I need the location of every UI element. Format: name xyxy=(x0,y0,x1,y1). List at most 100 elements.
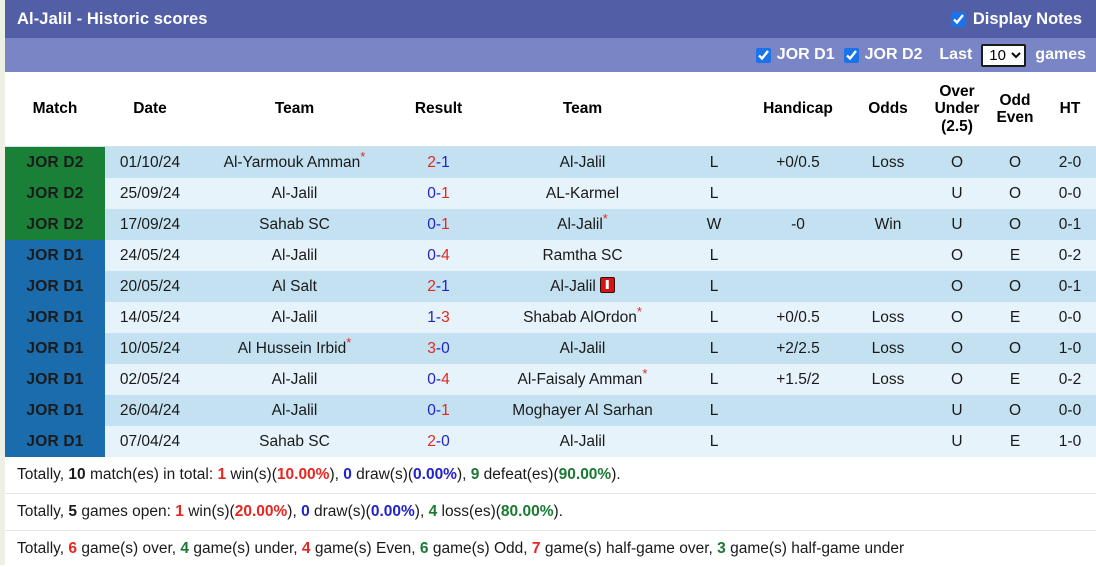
league-badge[interactable]: JOR D1 xyxy=(5,333,105,364)
col-date[interactable]: Date xyxy=(105,72,195,147)
col-oe-line1: Odd xyxy=(999,91,1031,109)
table-row[interactable]: JOR D107/04/24Sahab SC2-0Al-JalilLUE1-0O xyxy=(5,426,1096,457)
games-count-select[interactable]: 10203050 xyxy=(981,43,1027,67)
home-team-label: Al Hussein Irbid xyxy=(237,339,347,357)
win-loss-indicator: L xyxy=(682,333,746,364)
league-badge[interactable]: JOR D1 xyxy=(5,271,105,302)
league-badge[interactable]: JOR D1 xyxy=(5,364,105,395)
home-team-label: Al-Jalil xyxy=(271,401,318,419)
col-odds[interactable]: Odds xyxy=(850,72,926,147)
home-team-name[interactable]: Sahab SC xyxy=(195,426,394,457)
summary-line-total: Totally, 10 match(es) in total: 1 win(s)… xyxy=(5,457,1096,494)
col-team-home[interactable]: Team xyxy=(195,72,394,147)
match-result[interactable]: 2-1 xyxy=(394,146,483,178)
league-badge[interactable]: JOR D2 xyxy=(5,146,105,178)
league-badge[interactable]: JOR D1 xyxy=(5,240,105,271)
match-result[interactable]: 2-1 xyxy=(394,271,483,302)
s3-t6: game(s) half-game over, xyxy=(540,540,718,557)
col-handicap[interactable]: Handicap xyxy=(746,72,850,147)
away-team-name[interactable]: Al-Jalil xyxy=(483,271,682,302)
result-home-score: 2 xyxy=(427,153,436,171)
match-result[interactable]: 3-0 xyxy=(394,333,483,364)
home-team-name[interactable]: Al-Jalil xyxy=(195,364,394,395)
col-odd-even[interactable]: Odd Even xyxy=(988,72,1042,147)
match-result[interactable]: 0-1 xyxy=(394,209,483,240)
table-row[interactable]: JOR D2 01/10/24 Al-Yarmouk Amman* 2-1 Al-Jal… xyxy=(5,146,1096,178)
table-row[interactable]: JOR D1 14/05/24 Al-Jalil 1-3 Shabab AlOrdon*… xyxy=(5,302,1096,333)
table-row[interactable]: JOR D1 02/05/24 Al-Jalil 0-4 Al-Faisaly Amma… xyxy=(5,364,1096,395)
away-team-name[interactable]: Al-Jalil xyxy=(483,426,682,457)
table-row[interactable]: JOR D120/05/24Al Salt2-1Al-JalilLOO0-1O xyxy=(5,271,1096,302)
home-team-name[interactable]: Al-Jalil xyxy=(195,395,394,426)
col-match[interactable]: Match xyxy=(5,72,105,147)
col-half-time[interactable]: HT xyxy=(1042,72,1096,147)
match-result[interactable]: 0-4 xyxy=(394,240,483,271)
league-badge[interactable]: JOR D1 xyxy=(5,395,105,426)
away-team-name[interactable]: Al-Jalil xyxy=(483,146,682,178)
league-filter-jor-d2[interactable]: JOR D2 xyxy=(843,46,923,64)
col-over-under-25[interactable]: Over Under (2.5) xyxy=(926,72,988,147)
odd-even-value: O xyxy=(988,146,1042,178)
match-date: 07/04/24 xyxy=(105,426,195,457)
away-team-name[interactable]: Shabab AlOrdon* xyxy=(483,302,682,333)
last-label: Last xyxy=(939,46,973,63)
match-result[interactable]: 0-1 xyxy=(394,395,483,426)
away-team-name[interactable]: Al-Jalil xyxy=(483,333,682,364)
jor-d2-checkbox[interactable] xyxy=(843,47,859,63)
home-team-name[interactable]: Al-Jalil xyxy=(195,178,394,209)
table-row[interactable]: JOR D1 10/05/24 Al Hussein Irbid* 3-0 Al-Jal… xyxy=(5,333,1096,364)
match-result[interactable]: 2-0 xyxy=(394,426,483,457)
home-team-name[interactable]: Al Hussein Irbid* xyxy=(195,333,394,364)
s3-v6: 3 xyxy=(717,540,726,557)
table-row[interactable]: JOR D1 24/05/24 Al-Jalil 0-4 Ramtha SC L O E 0-2… xyxy=(5,240,1096,271)
over-under-25-value: U xyxy=(926,426,988,457)
s3-v3: 4 xyxy=(301,540,311,557)
away-team-name[interactable]: Al-Jalil* xyxy=(483,209,682,240)
table-body: JOR D2 01/10/24 Al-Yarmouk Amman* 2-1 Al-Jal… xyxy=(5,146,1096,457)
odd-even-value: E xyxy=(988,240,1042,271)
s1-t7: defeat(es)( xyxy=(479,466,559,483)
jor-d1-label[interactable]: JOR D1 xyxy=(777,46,835,64)
home-team-name[interactable]: Al Salt xyxy=(195,271,394,302)
league-badge[interactable]: JOR D2 xyxy=(5,209,105,240)
league-badge[interactable]: JOR D1 xyxy=(5,426,105,457)
match-result[interactable]: 0-4 xyxy=(394,364,483,395)
odd-even-value: O xyxy=(988,333,1042,364)
home-team-name[interactable]: Sahab SC xyxy=(195,209,394,240)
half-time-score: 0-2 xyxy=(1042,240,1096,271)
col-team-away[interactable]: Team xyxy=(483,72,682,147)
jor-d1-checkbox[interactable] xyxy=(755,47,771,63)
away-team-name[interactable]: Ramtha SC xyxy=(483,240,682,271)
away-team-name[interactable]: Moghayer Al Sarhan xyxy=(483,395,682,426)
over-under-25-value: U xyxy=(926,209,988,240)
away-team-label: Al-Faisaly Amman xyxy=(517,370,643,388)
league-badge[interactable]: JOR D1 xyxy=(5,302,105,333)
handicap-value: +0/0.5 xyxy=(746,146,850,178)
league-filter-jor-d1[interactable]: JOR D1 xyxy=(755,46,835,64)
home-team-name[interactable]: Al-Jalil xyxy=(195,240,394,271)
league-badge[interactable]: JOR D2 xyxy=(5,178,105,209)
jor-d2-label[interactable]: JOR D2 xyxy=(865,46,923,64)
away-team-name[interactable]: Al-Faisaly Amman* xyxy=(483,364,682,395)
match-result[interactable]: 0-1 xyxy=(394,178,483,209)
match-result[interactable]: 1-3 xyxy=(394,302,483,333)
table-row[interactable]: JOR D2 17/09/24 Sahab SC 0-1 Al-Jalil* W -0 Win… xyxy=(5,209,1096,240)
display-notes-label[interactable]: Display Notes xyxy=(973,10,1082,29)
s2-v2: 1 xyxy=(175,503,184,520)
odds-result: Loss xyxy=(850,302,926,333)
home-team-name[interactable]: Al-Yarmouk Amman* xyxy=(195,146,394,178)
col-result[interactable]: Result xyxy=(394,72,483,147)
table-row[interactable]: JOR D1 26/04/24 Al-Jalil 0-1 Moghayer Al Sar… xyxy=(5,395,1096,426)
filter-bar: JOR D1 JOR D2 Last 10203050 games xyxy=(5,38,1096,72)
display-notes-checkbox[interactable] xyxy=(950,11,966,27)
s2-v3: 20.00% xyxy=(234,503,288,520)
match-date: 24/05/24 xyxy=(105,240,195,271)
over-under-25-value: U xyxy=(926,395,988,426)
half-time-score: 1-0 xyxy=(1042,426,1096,457)
display-notes-control[interactable]: Display Notes xyxy=(950,10,1082,29)
table-row[interactable]: JOR D2 25/09/24 Al-Jalil 0-1 AL-Karmel L U O 0-0… xyxy=(5,178,1096,209)
home-team-name[interactable]: Al-Jalil xyxy=(195,302,394,333)
s2-t3: win(s)( xyxy=(183,503,235,520)
s1-v4: 0 xyxy=(343,466,352,483)
away-team-name[interactable]: AL-Karmel xyxy=(483,178,682,209)
